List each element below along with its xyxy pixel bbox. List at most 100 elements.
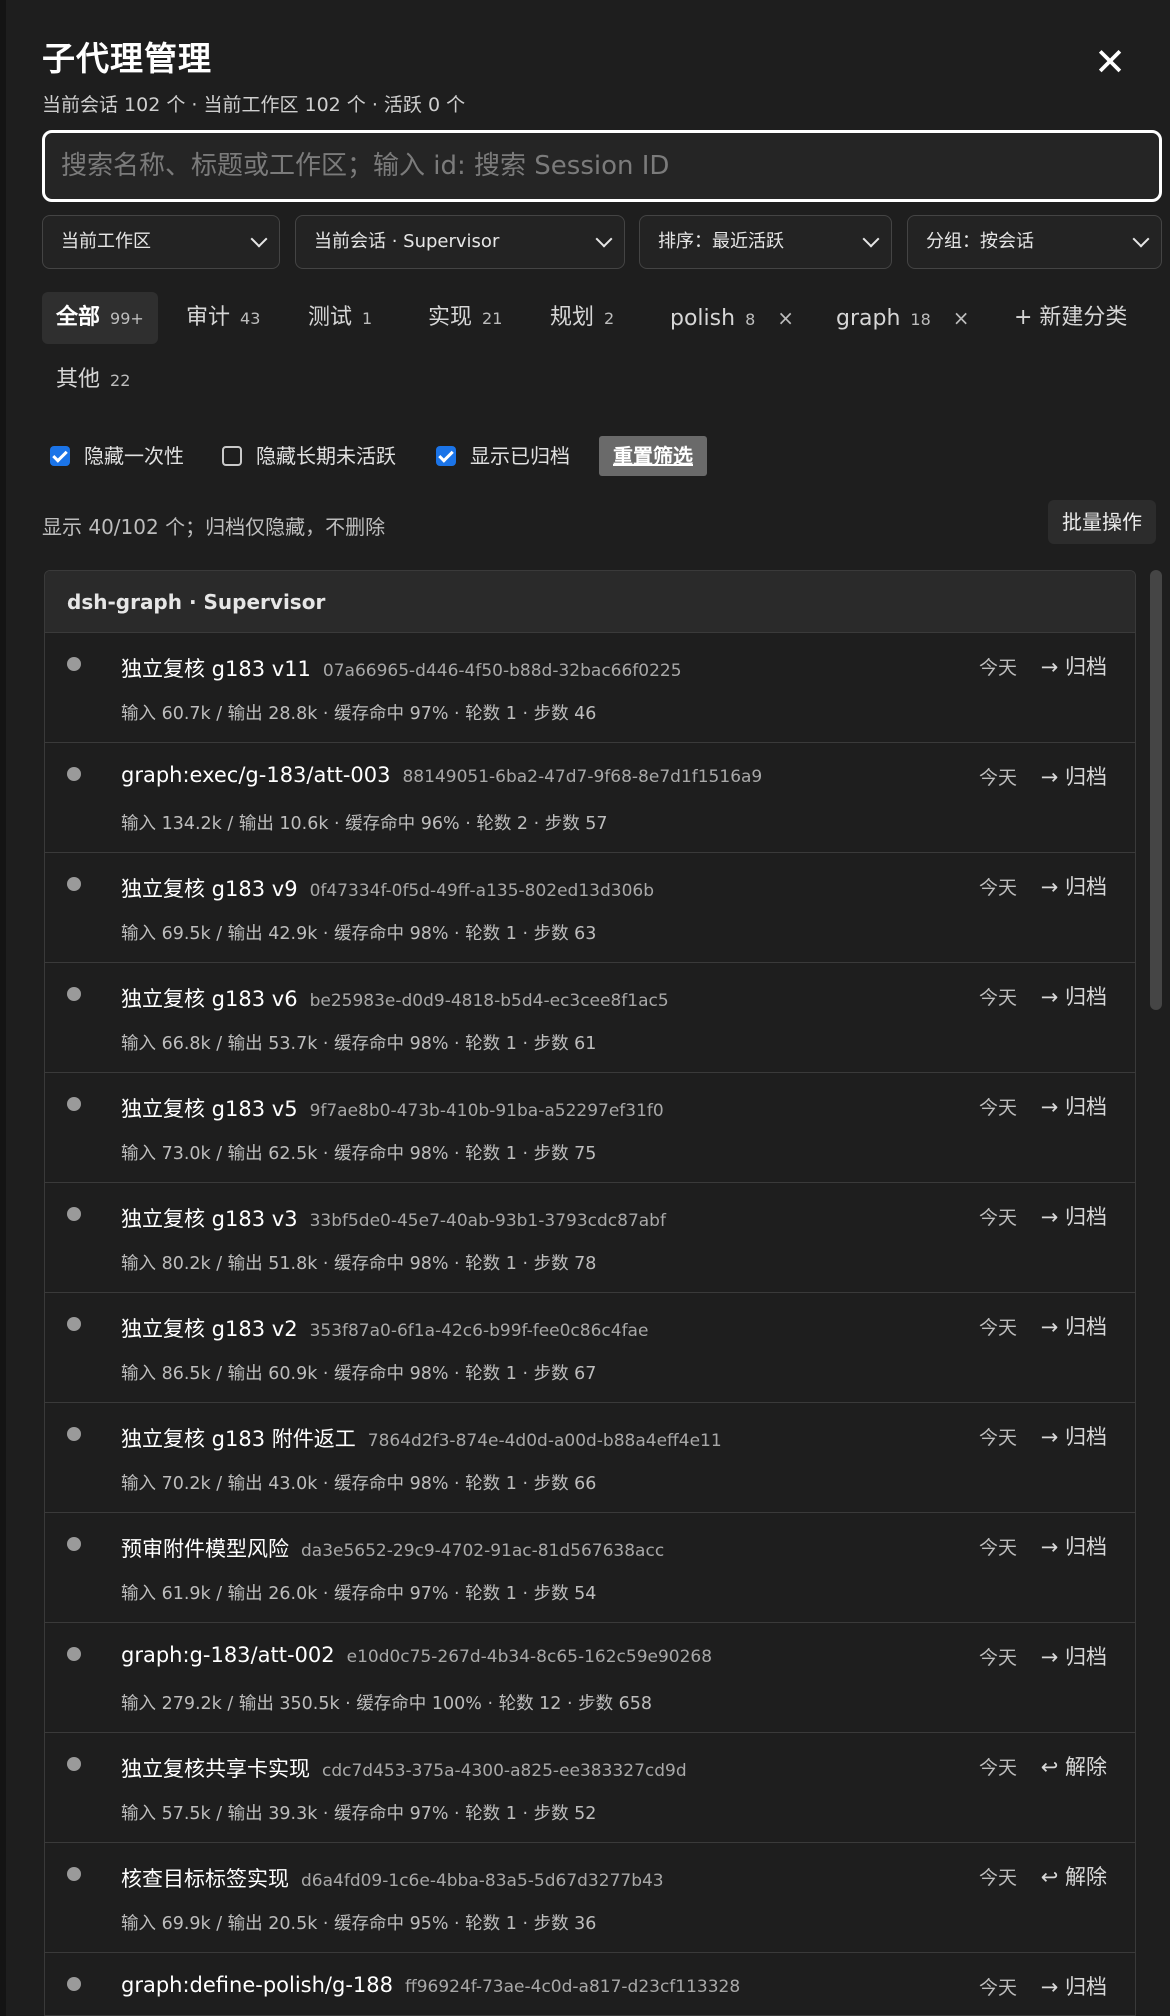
archive-toggle-button[interactable]: → 归档 xyxy=(1041,871,1107,901)
tab-all[interactable]: 全部 99+ xyxy=(42,292,158,344)
tab-label: + 新建分类 xyxy=(1014,305,1128,330)
usage-stats: 输入 69.5k / 输出 42.9k · 缓存命中 98% · 轮数 1 · … xyxy=(121,924,597,944)
group-header[interactable]: dsh-graph · Supervisor xyxy=(45,571,1135,633)
row-title[interactable]: 独立复核 g183 v5 9f7ae8b0-473b-410b-91ba-a522… xyxy=(121,1093,664,1123)
row-title[interactable]: 核查目标标签实现 d6a4fd09-1c6e-4bba-83a5-5d67d327… xyxy=(121,1863,664,1893)
last-active-date: 今天 xyxy=(978,987,1017,1009)
list-item[interactable]: 独立复核 g183 v5 9f7ae8b0-473b-410b-91ba-a522… xyxy=(45,1073,1135,1183)
list-item[interactable]: graph:g-183/att-002 e10d0c75-267d-4b34-8c… xyxy=(45,1623,1135,1733)
status-dot xyxy=(67,1207,81,1221)
checkbox-checked-icon[interactable] xyxy=(436,446,456,466)
last-active-date: 今天 xyxy=(978,1867,1017,1889)
archive-toggle-button[interactable]: → 归档 xyxy=(1041,1091,1107,1121)
checkbox-checked-icon[interactable] xyxy=(50,446,70,466)
close-icon[interactable]: ✕ xyxy=(1090,42,1130,82)
archive-toggle-button[interactable]: → 归档 xyxy=(1041,1421,1107,1451)
archive-toggle-button[interactable]: → 归档 xyxy=(1041,651,1107,681)
tab-other[interactable]: 其他 22 xyxy=(42,354,144,406)
agent-name: 核查目标标签实现 xyxy=(121,1867,289,1891)
row-title[interactable]: 独立复核 g183 v6 be25983e-d0d9-4818-b5d4-ec3c… xyxy=(121,983,669,1013)
checkbox-label: 隐藏长期未活跃 xyxy=(256,444,396,468)
last-active-date: 今天 xyxy=(978,1427,1017,1449)
archive-toggle-button[interactable]: → 归档 xyxy=(1041,1201,1107,1231)
batch-actions-button[interactable]: 批量操作 xyxy=(1048,500,1156,544)
scrollbar-thumb[interactable] xyxy=(1150,570,1162,1010)
archive-toggle-button[interactable]: ↩ 解除 xyxy=(1041,1861,1107,1891)
tab-count: 99+ xyxy=(110,309,144,328)
archive-toggle-button[interactable]: → 归档 xyxy=(1041,1641,1107,1671)
list-item[interactable]: 独立复核 g183 v9 0f47334f-0f5d-49ff-a135-802e… xyxy=(45,853,1135,963)
list-item[interactable]: 独立复核 g183 v11 07a66965-d446-4f50-b88d-32b… xyxy=(45,633,1135,743)
session-id: be25983e-d0d9-4818-b5d4-ec3cee8f1ac5 xyxy=(309,991,669,1011)
status-dot xyxy=(67,1647,81,1661)
tab-label: 审计 xyxy=(186,305,231,330)
tab-audit[interactable]: 审计 43 xyxy=(172,292,274,344)
search-input[interactable] xyxy=(42,130,1162,202)
usage-stats: 输入 73.0k / 输出 62.5k · 缓存命中 98% · 轮数 1 · … xyxy=(121,1144,597,1164)
row-title[interactable]: 独立复核 g183 v2 353f87a0-6f1a-42c6-b99f-fee0… xyxy=(121,1313,648,1343)
checkbox-unchecked-icon[interactable] xyxy=(222,446,242,466)
list-item[interactable]: 独立复核共享卡实现 cdc7d453-375a-4300-a825-ee38332… xyxy=(45,1733,1135,1843)
tab-label: polish xyxy=(670,306,736,331)
agent-name: graph:define-polish/g-188 xyxy=(121,1973,393,1997)
row-title[interactable]: 独立复核 g183 v3 33bf5de0-45e7-40ab-93b1-3793… xyxy=(121,1203,666,1233)
close-icon[interactable]: × xyxy=(953,306,970,330)
row-title[interactable]: 预审附件模型风险 da3e5652-29c9-4702-91ac-81d56763… xyxy=(121,1533,664,1563)
close-icon[interactable]: × xyxy=(777,306,794,330)
row-title[interactable]: 独立复核 g183 附件返工 7864d2f3-874e-4d0d-a00d-b8… xyxy=(121,1423,722,1453)
page-title: 子代理管理 xyxy=(42,39,212,78)
hide-oneoff-checkbox[interactable]: 隐藏一次性 xyxy=(50,440,184,469)
list-item[interactable]: graph:exec/g-183/att-003 88149051-6ba2-47… xyxy=(45,743,1135,853)
session-id: 88149051-6ba2-47d7-9f68-8e7d1f1516a9 xyxy=(402,767,763,787)
hide-inactive-checkbox[interactable]: 隐藏长期未活跃 xyxy=(222,440,396,469)
agent-name: 独立复核共享卡实现 xyxy=(121,1757,310,1781)
status-dot xyxy=(67,1427,81,1441)
usage-stats: 输入 279.2k / 输出 350.5k · 缓存命中 100% · 轮数 1… xyxy=(121,1694,653,1714)
session-id: cdc7d453-375a-4300-a825-ee383327cd9d xyxy=(322,1761,687,1781)
scrollbar[interactable] xyxy=(1149,570,1163,2016)
row-title[interactable]: 独立复核 g183 v9 0f47334f-0f5d-49ff-a135-802e… xyxy=(121,873,654,903)
list-item[interactable]: 核查目标标签实现 d6a4fd09-1c6e-4bba-83a5-5d67d327… xyxy=(45,1843,1135,1953)
agent-name: 独立复核 g183 v3 xyxy=(121,1207,298,1231)
tab-count: 18 xyxy=(910,310,931,329)
usage-stats: 输入 69.9k / 输出 20.5k · 缓存命中 95% · 轮数 1 · … xyxy=(121,1914,597,1934)
row-title[interactable]: graph:g-183/att-002 e10d0c75-267d-4b34-8c… xyxy=(121,1643,712,1667)
list-item[interactable]: 独立复核 g183 v3 33bf5de0-45e7-40ab-93b1-3793… xyxy=(45,1183,1135,1293)
row-title[interactable]: 独立复核共享卡实现 cdc7d453-375a-4300-a825-ee38332… xyxy=(121,1753,687,1783)
session-select[interactable]: 当前会话 · Supervisor xyxy=(295,215,625,269)
sort-select[interactable]: 排序：最近活跃 xyxy=(639,215,892,269)
row-title[interactable]: 独立复核 g183 v11 07a66965-d446-4f50-b88d-32b… xyxy=(121,653,682,683)
archive-toggle-button[interactable]: → 归档 xyxy=(1041,1311,1107,1341)
tab-plan[interactable]: 规划 2 xyxy=(536,292,628,344)
session-id: 353f87a0-6f1a-42c6-b99f-fee0c86c4fae xyxy=(309,1321,649,1341)
list-item[interactable]: 独立复核 g183 v2 353f87a0-6f1a-42c6-b99f-fee0… xyxy=(45,1293,1135,1403)
row-title[interactable]: graph:define-polish/g-188 ff96924f-73ae-4… xyxy=(121,1973,740,1997)
tab-test[interactable]: 测试 1 xyxy=(294,292,386,344)
tab-graph[interactable]: graph 18 × xyxy=(822,292,984,344)
archive-toggle-button[interactable]: ↩ 解除 xyxy=(1041,1751,1107,1781)
usage-stats: 输入 66.8k / 输出 53.7k · 缓存命中 98% · 轮数 1 · … xyxy=(121,1034,597,1054)
status-dot xyxy=(67,1317,81,1331)
session-id: da3e5652-29c9-4702-91ac-81d567638acc xyxy=(301,1541,665,1561)
list-item[interactable]: graph:define-polish/g-188 ff96924f-73ae-4… xyxy=(45,1953,1135,2015)
list-item[interactable]: 独立复核 g183 附件返工 7864d2f3-874e-4d0d-a00d-b8… xyxy=(45,1403,1135,1513)
archive-toggle-button[interactable]: → 归档 xyxy=(1041,1971,1107,2001)
row-title[interactable]: graph:exec/g-183/att-003 88149051-6ba2-47… xyxy=(121,763,762,787)
session-id: d6a4fd09-1c6e-4bba-83a5-5d67d3277b43 xyxy=(301,1871,664,1891)
new-category-button[interactable]: + 新建分类 xyxy=(1000,292,1141,344)
archive-toggle-button[interactable]: → 归档 xyxy=(1041,1531,1107,1561)
tab-implement[interactable]: 实现 21 xyxy=(414,292,516,344)
archive-toggle-button[interactable]: → 归档 xyxy=(1041,981,1107,1011)
archive-toggle-button[interactable]: → 归档 xyxy=(1041,761,1107,791)
agent-name: 独立复核 g183 v11 xyxy=(121,657,311,681)
list-item[interactable]: 独立复核 g183 v6 be25983e-d0d9-4818-b5d4-ec3c… xyxy=(45,963,1135,1073)
list-item[interactable]: 预审附件模型风险 da3e5652-29c9-4702-91ac-81d56763… xyxy=(45,1513,1135,1623)
last-active-date: 今天 xyxy=(978,1317,1017,1339)
chevron-down-icon xyxy=(250,230,268,248)
reset-filters-button[interactable]: 重置筛选 xyxy=(599,436,707,476)
show-archived-checkbox[interactable]: 显示已归档 xyxy=(436,440,570,469)
workspace-select[interactable]: 当前工作区 xyxy=(42,215,280,269)
tab-count: 43 xyxy=(240,309,261,328)
tab-polish[interactable]: polish 8 × xyxy=(656,292,808,344)
group-select[interactable]: 分组：按会话 xyxy=(907,215,1162,269)
